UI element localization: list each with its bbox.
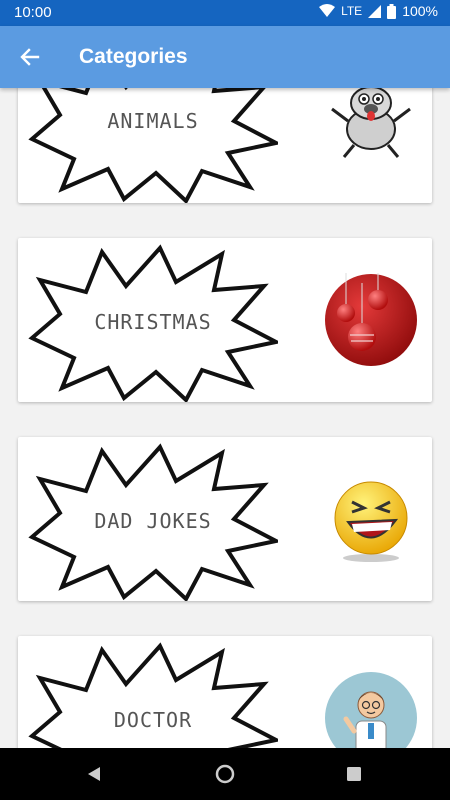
comic-burst-icon xyxy=(28,88,278,203)
signal-icon xyxy=(368,4,382,18)
wifi-icon xyxy=(319,4,336,17)
nav-back-icon xyxy=(88,767,100,781)
pug-dog-icon xyxy=(331,88,411,158)
laughing-emoji-icon xyxy=(334,481,408,562)
battery-icon xyxy=(387,3,397,19)
category-label: DOCTOR xyxy=(113,708,193,732)
nav-back-button[interactable] xyxy=(82,762,106,786)
category-list[interactable]: ANIMALS CHRISTMAS DAD JOKES DOCTOR xyxy=(0,88,450,748)
christmas-ornaments-icon xyxy=(325,273,417,366)
status-bar: 10:00 LTE 100% xyxy=(0,0,450,26)
doctor-cartoon-icon xyxy=(325,672,417,748)
nav-recents-button[interactable] xyxy=(342,762,366,786)
nav-recents-icon xyxy=(347,767,361,781)
navigation-bar xyxy=(0,748,450,800)
nav-home-icon xyxy=(215,764,235,784)
category-label: DAD JOKES xyxy=(94,509,212,533)
arrow-back-icon xyxy=(20,48,40,66)
category-label: CHRISTMAS xyxy=(94,310,212,334)
category-label: ANIMALS xyxy=(107,109,199,133)
category-card-christmas[interactable]: CHRISTMAS xyxy=(18,238,432,402)
page-title: Categories xyxy=(79,45,188,68)
back-button[interactable] xyxy=(14,41,46,73)
app-bar: Categories xyxy=(0,26,450,88)
status-icons: LTE 100% xyxy=(319,3,438,19)
category-card-animals[interactable]: ANIMALS xyxy=(18,88,432,203)
category-card-doctor[interactable]: DOCTOR xyxy=(18,636,432,748)
network-label: LTE xyxy=(341,4,363,18)
status-time: 10:00 xyxy=(14,4,52,21)
nav-home-button[interactable] xyxy=(213,762,237,786)
battery-level: 100% xyxy=(402,3,438,19)
category-card-dad-jokes[interactable]: DAD JOKES xyxy=(18,437,432,601)
